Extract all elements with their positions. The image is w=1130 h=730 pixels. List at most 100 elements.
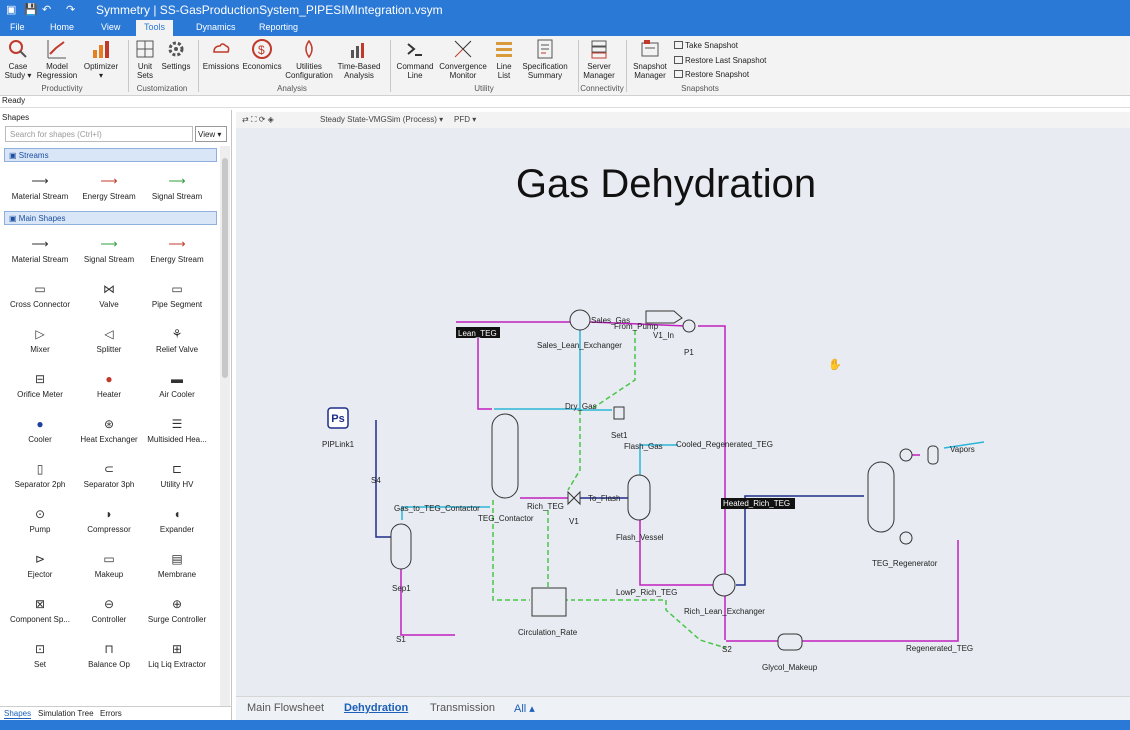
shape-energy-stream[interactable]: ⟶ Energy Stream xyxy=(74,174,144,201)
shape-set[interactable]: ⊡ Set xyxy=(5,642,75,669)
utilities-configuration-button[interactable]: Utilities Configuration xyxy=(284,37,334,80)
tab-file[interactable]: File xyxy=(10,22,25,32)
shape-liq-liq-extractor[interactable]: ⊞ Liq Liq Extractor xyxy=(142,642,212,669)
toolbar-icons[interactable]: ⇄ ⛶ ⟳ ◈ xyxy=(242,115,274,125)
shape-energy-stream[interactable]: ⟶ Energy Stream xyxy=(142,237,212,264)
scroll-thumb[interactable] xyxy=(222,158,228,378)
set1-block xyxy=(613,406,625,420)
case-study-button[interactable]: Case Study ▾ xyxy=(4,37,32,80)
section-main-shapes[interactable]: ▣ Main Shapes xyxy=(4,211,217,225)
sales-lean-exchanger xyxy=(569,309,591,331)
shape-separator-2ph[interactable]: ▯ Separator 2ph xyxy=(5,462,75,489)
shape-signal-stream[interactable]: ⟶ Signal Stream xyxy=(74,237,144,264)
view-dropdown[interactable]: View ▾ xyxy=(195,126,227,142)
shape-orifice-meter[interactable]: ⊟ Orifice Meter xyxy=(5,372,75,399)
undo-icon[interactable]: ↶ xyxy=(42,3,51,16)
shape-utility-hv[interactable]: ⊏ Utility HV xyxy=(142,462,212,489)
flowsheet-canvas[interactable]: Gas Dehydration Ps Lean_TEG Sales_Gas Fr… xyxy=(236,128,1130,696)
shape-icon: ⊛ xyxy=(103,417,115,431)
emissions-button[interactable]: Emissions xyxy=(202,37,240,71)
reflux-drum xyxy=(927,445,939,465)
shape-icon: ⊓ xyxy=(104,642,114,656)
tab-simulation-tree[interactable]: Simulation Tree xyxy=(38,709,94,718)
time-analysis-icon xyxy=(351,43,364,58)
shape-icon: ☰ xyxy=(171,417,183,431)
shape-cross-connector[interactable]: ▭ Cross Connector xyxy=(5,282,75,309)
tab-errors[interactable]: Errors xyxy=(100,709,122,718)
shape-cooler[interactable]: ● Cooler xyxy=(5,417,75,444)
regression-icon xyxy=(47,40,66,59)
panel-scrollbar[interactable] xyxy=(220,146,230,706)
tab-dehydration[interactable]: Dehydration xyxy=(344,702,408,714)
shape-valve[interactable]: ⋈ Valve xyxy=(74,282,144,309)
view-select[interactable]: PFD ▾ xyxy=(454,115,476,124)
redo-icon[interactable]: ↷ xyxy=(66,3,75,16)
shape-label: Air Cooler xyxy=(159,390,195,399)
snapshot-manager-button[interactable]: Snapshot Manager xyxy=(630,37,670,80)
tab-reporting[interactable]: Reporting xyxy=(259,22,298,32)
svg-text:Rich_TEG: Rich_TEG xyxy=(527,502,564,511)
shape-material-stream[interactable]: ⟶ Material Stream xyxy=(5,174,75,201)
tab-tools[interactable]: Tools xyxy=(136,20,174,36)
shape-membrane[interactable]: ▤ Membrane xyxy=(142,552,212,579)
shape-relief-valve[interactable]: ⚘ Relief Valve xyxy=(142,327,212,354)
shape-material-stream[interactable]: ⟶ Material Stream xyxy=(5,237,75,264)
tab-home[interactable]: Home xyxy=(50,22,74,32)
take-snapshot-button[interactable]: Take Snapshot xyxy=(674,41,738,50)
flowsheet-diagram[interactable]: Gas Dehydration Ps Lean_TEG Sales_Gas Fr… xyxy=(236,128,1130,696)
command-line-button[interactable]: Command Line xyxy=(394,37,436,80)
svg-text:Gas_to_TEG_Contactor: Gas_to_TEG_Contactor xyxy=(394,504,480,513)
shape-icon: ⊖ xyxy=(103,597,115,611)
unit-sets-button[interactable]: Unit Sets xyxy=(134,37,156,80)
section-streams[interactable]: ▣ Streams xyxy=(4,148,217,162)
shape-label: Pump xyxy=(29,525,51,534)
shape-multisided-hea[interactable]: ☰ Multisided Hea... xyxy=(142,417,212,444)
group-separator xyxy=(390,40,391,92)
tab-shapes[interactable]: Shapes xyxy=(4,709,32,719)
settings-button[interactable]: Settings xyxy=(160,37,192,71)
restore-snapshot-button[interactable]: Restore Snapshot xyxy=(674,70,749,79)
shape-air-cooler[interactable]: ▬ Air Cooler xyxy=(142,372,212,399)
optimizer-button[interactable]: Optimizer ▾ xyxy=(82,37,120,80)
save-icon[interactable]: 💾 xyxy=(24,3,38,16)
shape-icon: ⊞ xyxy=(171,642,183,656)
shapes-search-input[interactable]: Search for shapes (Ctrl+I) xyxy=(5,126,193,142)
shape-signal-stream[interactable]: ⟶ Signal Stream xyxy=(142,174,212,201)
shape-expander[interactable]: ◖ Expander xyxy=(142,507,212,534)
convergence-monitor-button[interactable]: Convergence Monitor xyxy=(438,37,488,80)
time-based-analysis-button[interactable]: Time-Based Analysis xyxy=(336,37,382,80)
tab-view[interactable]: View xyxy=(101,22,120,32)
economics-button[interactable]: $ Economics xyxy=(242,37,282,71)
shape-mixer[interactable]: ▷ Mixer xyxy=(5,327,75,354)
shape-label: Compressor xyxy=(87,525,131,534)
shape-icon: ⊕ xyxy=(171,597,183,611)
tab-dynamics[interactable]: Dynamics xyxy=(196,22,236,32)
shape-pipe-segment[interactable]: ▭ Pipe Segment xyxy=(142,282,212,309)
shape-ejector[interactable]: ⊳ Ejector xyxy=(5,552,75,579)
svg-text:Sales_Lean_Exchanger: Sales_Lean_Exchanger xyxy=(537,341,622,350)
shape-controller[interactable]: ⊖ Controller xyxy=(74,597,144,624)
tab-main-flowsheet[interactable]: Main Flowsheet xyxy=(247,702,324,714)
shape-component-sp[interactable]: ⊠ Component Sp... xyxy=(5,597,75,624)
svg-text:Sep1: Sep1 xyxy=(392,584,411,593)
server-manager-button[interactable]: Server Manager xyxy=(580,37,618,80)
tab-transmission[interactable]: Transmission xyxy=(430,702,495,714)
mode-dropdown[interactable]: Steady State-VMGSim (Process) ▾ xyxy=(320,115,443,124)
shape-pump[interactable]: ⊙ Pump xyxy=(5,507,75,534)
shape-separator-3ph[interactable]: ⊂ Separator 3ph xyxy=(74,462,144,489)
shape-heat-exchanger[interactable]: ⊛ Heat Exchanger xyxy=(74,417,144,444)
specification-summary-button[interactable]: Specification Summary xyxy=(520,37,570,80)
shape-heater[interactable]: ● Heater xyxy=(74,372,144,399)
shape-surge-controller[interactable]: ⊕ Surge Controller xyxy=(142,597,212,624)
shape-balance-op[interactable]: ⊓ Balance Op xyxy=(74,642,144,669)
group-label-analysis: Analysis xyxy=(277,84,307,93)
model-regression-button[interactable]: Model Regression xyxy=(36,37,78,80)
teg-contactor-vessel xyxy=(491,413,519,499)
tab-all[interactable]: All ▴ xyxy=(514,702,535,715)
line-list-button[interactable]: Line List xyxy=(490,37,518,80)
svg-text:Dry_Gas: Dry_Gas xyxy=(565,402,597,411)
shape-splitter[interactable]: ◁ Splitter xyxy=(74,327,144,354)
shape-compressor[interactable]: ◗ Compressor xyxy=(74,507,144,534)
restore-last-snapshot-button[interactable]: Restore Last Snapshot xyxy=(674,56,766,65)
shape-makeup[interactable]: ▭ Makeup xyxy=(74,552,144,579)
